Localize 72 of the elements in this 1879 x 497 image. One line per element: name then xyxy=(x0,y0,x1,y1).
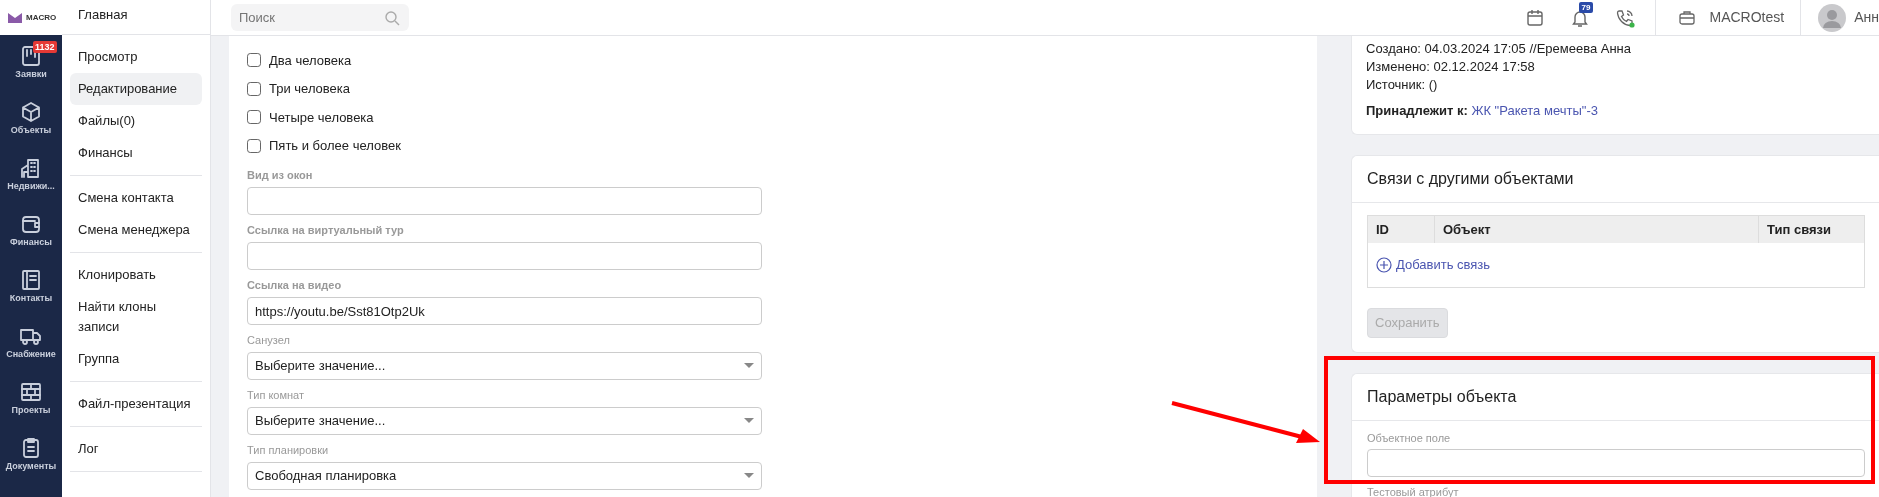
belongs-label: Принадлежит к: xyxy=(1366,102,1468,118)
nav-label[interactable]: Контакты xyxy=(9,292,53,306)
checkbox-label: Два человека xyxy=(269,51,352,70)
info-line: Изменено: 02.12.2024 17:58 xyxy=(1366,58,1536,76)
notification-badge: 79 xyxy=(1578,1,1594,13)
calendar-icon[interactable] xyxy=(1524,7,1545,28)
checkbox[interactable] xyxy=(247,138,261,153)
nav-label[interactable]: Финансы xyxy=(10,236,52,250)
menu-title: Главная xyxy=(62,0,210,35)
checkbox[interactable] xyxy=(247,110,261,125)
plus-circle-icon xyxy=(1376,257,1392,273)
nav-label[interactable]: Документы xyxy=(5,460,57,474)
nav-label[interactable]: Заявки xyxy=(15,68,47,82)
field-label: Санузел xyxy=(247,333,291,347)
checkbox[interactable] xyxy=(247,81,261,96)
caret-icon xyxy=(744,418,754,424)
cube-icon[interactable] xyxy=(19,100,43,125)
caret-icon xyxy=(744,473,754,479)
menu-item[interactable]: Файл-презентация xyxy=(70,388,202,420)
nav-label[interactable]: Объекты xyxy=(10,124,52,138)
checkbox-label: Четыре человека xyxy=(269,108,374,127)
app-logo[interactable]: MACRO xyxy=(0,0,62,35)
menu-item[interactable]: Финансы xyxy=(70,137,202,169)
menu-item[interactable]: Просмотр xyxy=(70,41,202,73)
nav-label[interactable]: Снабжение xyxy=(6,348,56,362)
logo-text: MACRO xyxy=(26,11,57,24)
user-name[interactable]: Анн xyxy=(1854,7,1879,28)
book-icon[interactable] xyxy=(19,268,43,293)
count-badge: 1132 xyxy=(33,41,57,53)
menu-item[interactable]: Редактирование xyxy=(70,73,202,105)
briefcase-icon[interactable] xyxy=(1677,9,1696,26)
column-header: Тип связи xyxy=(1766,221,1832,239)
column-header: ID xyxy=(1368,216,1435,243)
menu-item[interactable]: Группа xyxy=(70,343,202,375)
search-field[interactable]: Поиск xyxy=(231,4,409,31)
field-label: Ссылка на виртуальный тур xyxy=(247,223,405,237)
select-field[interactable]: Свободная планировка xyxy=(247,462,762,490)
menu-item[interactable]: Смена менеджера xyxy=(70,214,202,246)
menu-item[interactable]: Клонировать xyxy=(70,259,202,291)
menu-item[interactable]: Лог xyxy=(70,433,202,465)
card-title: Связи с другими объектами xyxy=(1352,156,1879,203)
checkbox-label: Пять и более человек xyxy=(269,137,401,155)
nav-label[interactable]: Недвижи... xyxy=(7,180,55,194)
input-field[interactable] xyxy=(247,242,762,270)
field-label: Вид из окон xyxy=(247,168,314,182)
checkbox[interactable] xyxy=(247,53,261,68)
card-title: Параметры объекта xyxy=(1352,373,1879,421)
select-field[interactable]: Выберите значение... xyxy=(247,352,762,380)
field-label: Тип комнат xyxy=(247,388,305,402)
info-line: Источник: () xyxy=(1366,76,1439,94)
input-field[interactable] xyxy=(247,187,762,215)
menu-item[interactable]: Найти клоны записи xyxy=(70,291,202,343)
logo-icon xyxy=(8,12,22,23)
input-field[interactable] xyxy=(1367,448,1865,477)
field-label: Ссылка на видео xyxy=(247,278,343,292)
input-field[interactable]: https://youtu.be/Sst81Otp2Uk xyxy=(247,297,762,325)
field-label: Тип планировки xyxy=(247,443,330,457)
company-name[interactable]: MACROtest xyxy=(1709,7,1785,28)
field-label: Объектное поле xyxy=(1367,430,1452,445)
phone-icon[interactable] xyxy=(1614,7,1635,28)
object-link[interactable]: ЖК "Ракета мечты"-3 xyxy=(1471,102,1598,118)
add-link[interactable]: Добавить связь xyxy=(1376,255,1491,275)
menu-item[interactable]: Смена контакта xyxy=(70,182,202,214)
menu-item[interactable]: Файлы(0) xyxy=(70,105,202,137)
nav-label[interactable]: Проекты xyxy=(11,404,51,418)
field-label: Тестовый атрибут xyxy=(1367,485,1460,497)
column-header: Объект xyxy=(1435,216,1759,243)
info-line: Создано: 04.03.2024 17:05 //Еремеева Анна xyxy=(1366,40,1633,58)
select-field[interactable]: Выберите значение... xyxy=(247,407,762,435)
caret-icon xyxy=(744,363,754,369)
avatar-icon[interactable] xyxy=(1818,3,1847,32)
checkbox-label: Три человека xyxy=(269,80,351,98)
